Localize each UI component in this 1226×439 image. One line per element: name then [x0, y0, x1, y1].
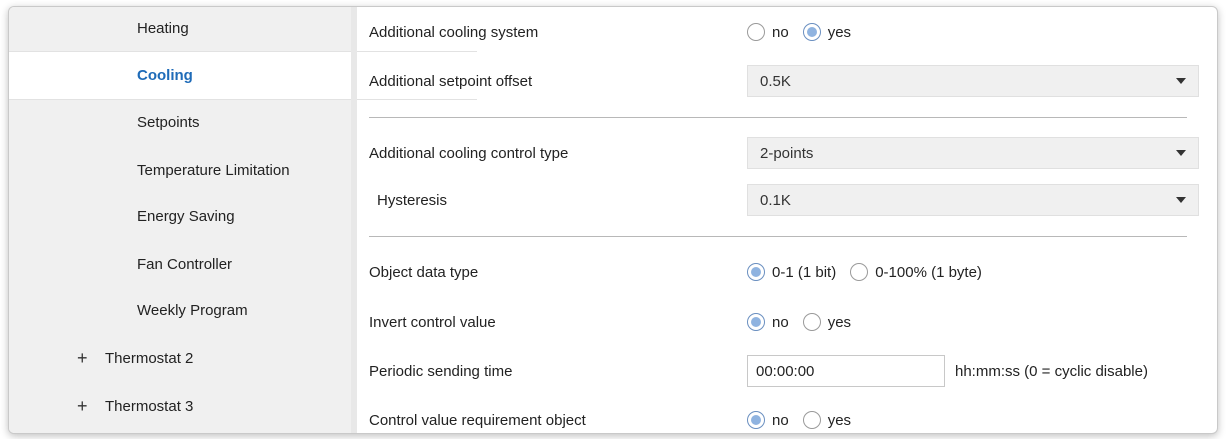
- radio-label: 0-100% (1 byte): [875, 263, 982, 281]
- radio-label: yes: [827, 313, 852, 331]
- hysteresis-dropdown[interactable]: 0.1K: [747, 184, 1199, 216]
- field-label: Additional cooling control type: [369, 144, 569, 162]
- additional-cooling-system-radio-group: no yes: [747, 23, 865, 41]
- row-additional-cooling-control-type: Additional cooling control type 2-points: [369, 133, 1199, 173]
- sidebar-item-label: Fan Controller: [137, 256, 233, 273]
- field-label: Object data type: [369, 263, 479, 281]
- plus-icon[interactable]: +: [77, 348, 97, 369]
- field-label: Periodic sending time: [369, 362, 513, 380]
- field-unit-hint: hh:mm:ss (0 = cyclic disable): [955, 362, 1148, 380]
- additional-setpoint-offset-dropdown[interactable]: 0.5K: [747, 65, 1199, 97]
- sidebar-item-label: Temperature Limitation: [137, 162, 290, 179]
- row-control-value-requirement-object: Control value requirement object no yes: [369, 400, 1187, 433]
- plus-icon[interactable]: +: [77, 396, 97, 417]
- chevron-down-icon: [1176, 150, 1186, 156]
- radio-yes[interactable]: [802, 411, 821, 429]
- settings-window: Heating Cooling Setpoints Temperature Li…: [8, 6, 1218, 434]
- dropdown-value: 2-points: [760, 144, 814, 162]
- sidebar-item-label: Setpoints: [137, 114, 200, 131]
- control-value-requirement-radio-group: no yes: [747, 411, 865, 429]
- sidebar-group-label: Thermostat 3: [105, 398, 194, 415]
- radio-label: yes: [827, 23, 852, 41]
- radio-label: 0-1 (1 bit): [772, 263, 837, 281]
- chevron-down-icon: [1176, 197, 1186, 203]
- sidebar: Heating Cooling Setpoints Temperature Li…: [9, 7, 477, 433]
- sidebar-item-label: Energy Saving: [137, 208, 235, 225]
- row-additional-setpoint-offset: Additional setpoint offset 0.5K: [369, 61, 1199, 101]
- section-divider: [369, 117, 1187, 118]
- radio-yes[interactable]: [802, 23, 821, 41]
- row-additional-cooling-system: Additional cooling system no yes: [369, 12, 1187, 52]
- sidebar-item-label: Weekly Program: [137, 302, 248, 319]
- field-label: Additional setpoint offset: [369, 72, 533, 90]
- radio-label: no: [772, 313, 789, 331]
- periodic-sending-time-input[interactable]: 00:00:00: [747, 355, 945, 387]
- sidebar-item-label: Cooling: [137, 67, 193, 84]
- dropdown-value: 0.1K: [760, 191, 791, 209]
- radio-label: no: [772, 411, 789, 429]
- radio-no[interactable]: [747, 411, 765, 429]
- radio-no[interactable]: [747, 23, 765, 41]
- row-periodic-sending-time: Periodic sending time 00:00:00 hh:mm:ss …: [369, 351, 1187, 391]
- field-label: Control value requirement object: [369, 411, 586, 429]
- dropdown-value: 0.5K: [760, 72, 791, 90]
- periodic-sending-time-control: 00:00:00 hh:mm:ss (0 = cyclic disable): [747, 355, 1148, 387]
- row-invert-control-value: Invert control value no yes: [369, 302, 1187, 342]
- sidebar-item-label: Heating: [137, 20, 189, 37]
- additional-cooling-control-type-dropdown[interactable]: 2-points: [747, 137, 1199, 169]
- field-label: Invert control value: [369, 313, 496, 331]
- section-divider: [369, 236, 1187, 237]
- sidebar-group-label: Thermostat 2: [105, 350, 194, 367]
- radio-label: yes: [827, 411, 852, 429]
- row-hysteresis: Hysteresis 0.1K: [369, 180, 1199, 220]
- field-label: Hysteresis: [377, 191, 448, 209]
- radio-yes[interactable]: [802, 313, 821, 331]
- object-data-type-radio-group: 0-1 (1 bit) 0-100% (1 byte): [747, 263, 996, 281]
- invert-control-value-radio-group: no yes: [747, 313, 865, 331]
- chevron-down-icon: [1176, 78, 1186, 84]
- radio-1-byte[interactable]: [850, 263, 869, 281]
- settings-panel: Additional cooling system no yes Additio…: [357, 7, 1217, 433]
- radio-no[interactable]: [747, 313, 765, 331]
- field-label: Additional cooling system: [369, 23, 539, 41]
- radio-label: no: [772, 23, 789, 41]
- radio-1-bit[interactable]: [747, 263, 765, 281]
- row-object-data-type: Object data type 0-1 (1 bit) 0-100% (1 b…: [369, 252, 1187, 292]
